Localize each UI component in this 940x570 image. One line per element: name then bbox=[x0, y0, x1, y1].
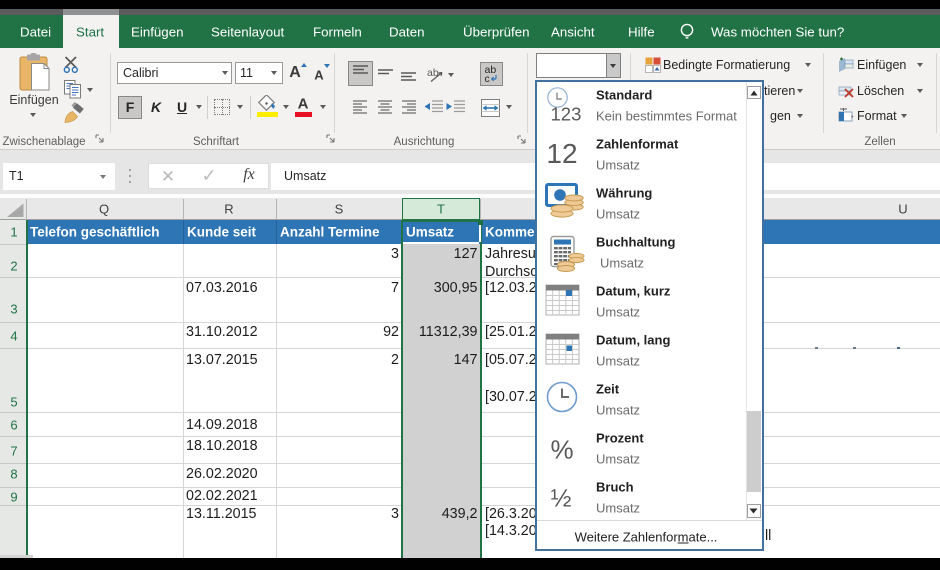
svg-text:c: c bbox=[485, 73, 490, 84]
svg-text:123: 123 bbox=[551, 104, 582, 125]
